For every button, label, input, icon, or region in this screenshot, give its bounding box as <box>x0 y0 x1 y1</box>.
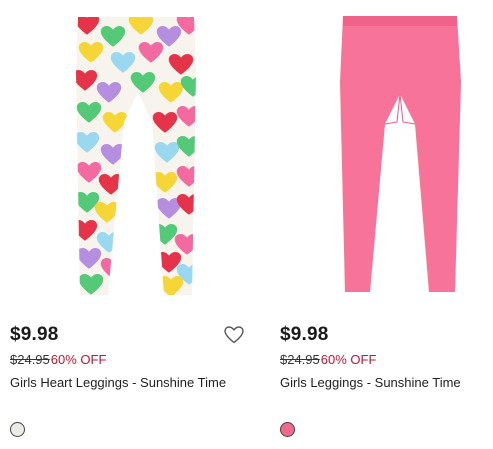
original-price: $24.95 <box>10 352 50 367</box>
sale-price: $9.98 <box>10 324 59 345</box>
color-swatch[interactable] <box>10 422 25 437</box>
product-card: $9.98 $24.9560% OFF Girls Leggings - Sun… <box>270 0 493 449</box>
discount-badge: 60% OFF <box>50 352 107 367</box>
heart-leggings-image <box>76 17 196 295</box>
heart-outline-icon[interactable] <box>224 326 244 344</box>
sale-price: $9.98 <box>280 324 329 345</box>
product-card: $9.98 $24.9560% OFF Girls Heart Leggings… <box>0 0 244 449</box>
product-image-pink-leggings[interactable] <box>332 12 493 297</box>
pink-leggings-image <box>340 16 461 292</box>
price-details: $24.9560% OFF <box>280 352 376 367</box>
discount-badge: 60% OFF <box>320 352 377 367</box>
original-price: $24.95 <box>280 352 320 367</box>
color-swatch[interactable] <box>280 422 295 437</box>
product-name[interactable]: Girls Leggings - Sunshine Time <box>280 375 461 390</box>
product-name[interactable]: Girls Heart Leggings - Sunshine Time <box>10 375 226 390</box>
favorite-heart-icon[interactable] <box>224 326 244 344</box>
price-details: $24.9560% OFF <box>10 352 106 367</box>
product-image-heart-leggings[interactable] <box>62 12 262 297</box>
